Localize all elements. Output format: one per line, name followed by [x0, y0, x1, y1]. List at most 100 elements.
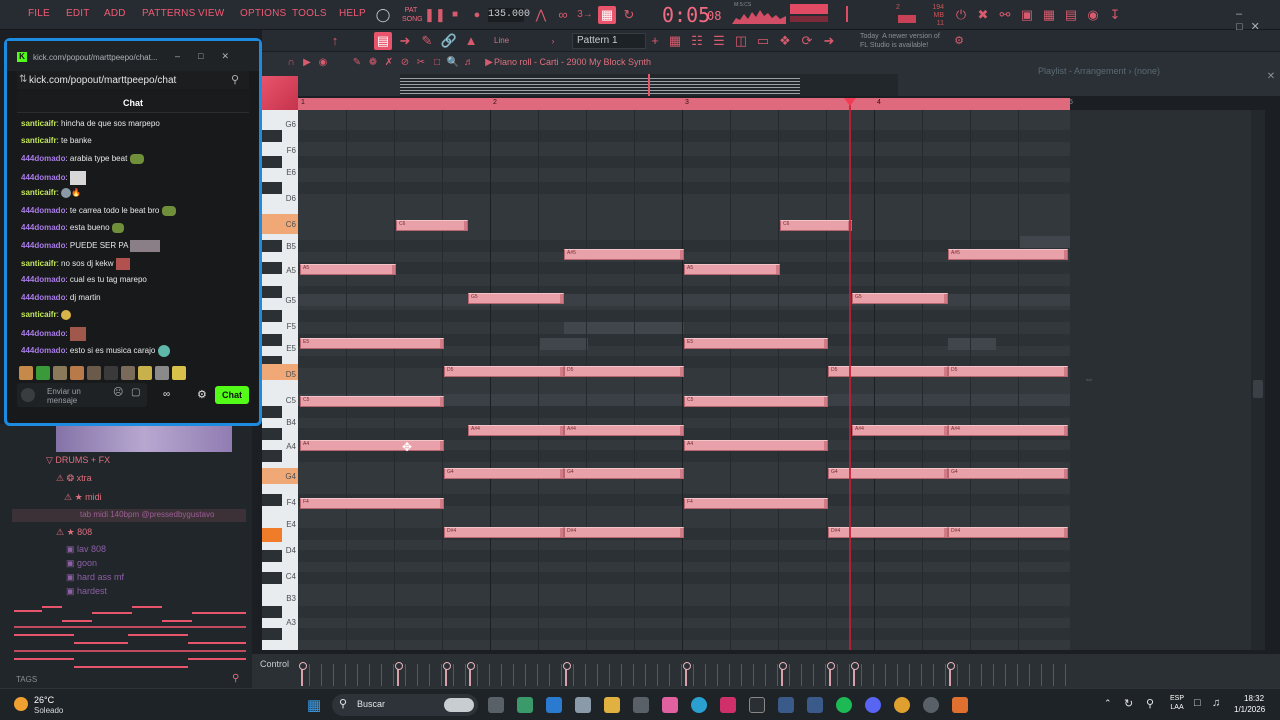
- edge-icon[interactable]: [691, 697, 707, 713]
- emote-picker-item[interactable]: [53, 366, 67, 380]
- power-icon[interactable]: ⏻: [952, 6, 970, 24]
- song-time-display[interactable]: 0:05: [662, 3, 710, 27]
- browser-file-hardest[interactable]: ▣ hardest: [66, 586, 107, 597]
- emote-picker-item[interactable]: [104, 366, 118, 380]
- midi-note[interactable]: G4: [948, 468, 1068, 479]
- timeline-ruler[interactable]: 1 2 3 4 5: [298, 98, 1073, 110]
- midi-note[interactable]: A5: [300, 264, 396, 275]
- app-icon[interactable]: [720, 697, 736, 713]
- midi-note[interactable]: G4: [564, 468, 684, 479]
- pat-song-toggle[interactable]: PAT SONG: [402, 6, 423, 24]
- stop-icon[interactable]: ■: [446, 6, 464, 24]
- piano-keyboard[interactable]: G6 F6 E6 D6 C6 B5 A5 G5 F5 E5 D5 C5 B4 A…: [262, 110, 298, 650]
- tray-chevron-icon[interactable]: ⌃: [1104, 698, 1112, 709]
- midi-note[interactable]: D#4: [564, 527, 684, 538]
- browser-folder-drums[interactable]: ▽ DRUMS + FX: [46, 455, 110, 466]
- record-icon[interactable]: ●: [468, 6, 486, 24]
- windows-start-icon[interactable]: ▦: [307, 696, 321, 714]
- master-slider[interactable]: [846, 6, 848, 22]
- zoom-icon[interactable]: ⚲: [231, 73, 239, 86]
- black-key[interactable]: [262, 450, 282, 462]
- link-icon[interactable]: 🔗: [440, 32, 458, 50]
- playlist-arrangement-tab[interactable]: Playlist - Arrangement › (none): [1038, 66, 1160, 76]
- volume-icon[interactable]: ♫: [1212, 697, 1220, 709]
- snap-selector[interactable]: Line: [494, 33, 534, 49]
- search-icon[interactable]: ⚲: [232, 673, 239, 684]
- playlist-icon[interactable]: ▤: [374, 32, 392, 50]
- display-icon[interactable]: □: [1194, 697, 1201, 709]
- menu-options[interactable]: OPTIONS: [240, 8, 286, 19]
- midi-note[interactable]: C6: [780, 220, 852, 231]
- browser-file-lav808[interactable]: ▣ lav 808: [66, 544, 106, 555]
- epic-games-icon[interactable]: [749, 697, 765, 713]
- menu-edit[interactable]: EDIT: [66, 8, 90, 19]
- black-key[interactable]: [262, 182, 282, 194]
- control-lane[interactable]: Control: [252, 654, 1280, 688]
- emote-picker-item[interactable]: [138, 366, 152, 380]
- menu-tools[interactable]: TOOLS: [292, 8, 327, 19]
- midi-note[interactable]: A#5: [564, 249, 684, 260]
- midi-note[interactable]: D5: [948, 366, 1068, 377]
- emote-picker-item[interactable]: [155, 366, 169, 380]
- weather-description[interactable]: Soleado: [34, 706, 63, 715]
- chat-window-titlebar[interactable]: K kick.com/popout/marttpeepo/chat... –□✕: [7, 41, 259, 71]
- midi-note[interactable]: G4: [828, 468, 948, 479]
- black-key[interactable]: [262, 550, 282, 562]
- midi-note[interactable]: G5: [468, 293, 564, 304]
- highlighted-key-d-sharp-4[interactable]: [262, 528, 282, 542]
- discord-icon[interactable]: [865, 697, 881, 713]
- pattern-selector[interactable]: Pattern 1: [572, 33, 646, 49]
- midi-note[interactable]: E5: [684, 338, 828, 349]
- emote-picker-item[interactable]: [172, 366, 186, 380]
- black-key[interactable]: [262, 286, 282, 298]
- language-indicator[interactable]: ESP LAA: [1170, 694, 1184, 712]
- task-view-icon[interactable]: [488, 697, 504, 713]
- mic-icon[interactable]: ⚯: [996, 6, 1014, 24]
- emote-picker-item[interactable]: [70, 366, 84, 380]
- weather-sun-icon[interactable]: [14, 697, 28, 711]
- black-key[interactable]: [262, 334, 282, 346]
- settings-icon[interactable]: ⚙: [197, 388, 207, 401]
- hint-icon[interactable]: ⟳: [798, 32, 816, 50]
- close-icon[interactable]: ✕: [1262, 68, 1280, 86]
- record-small-icon[interactable]: ◉: [314, 54, 332, 72]
- chat-username[interactable]: santicaifr: [21, 136, 57, 145]
- piano-roll-grid[interactable]: A5 C6 G5 A#5 A5 C6 G5 A#5 E5 D5 D5 E5 D5…: [298, 110, 1070, 650]
- channel-rack-icon-2[interactable]: ☷: [688, 32, 706, 50]
- emote-picker-item[interactable]: [121, 366, 135, 380]
- chat-username[interactable]: 444domado: [21, 293, 65, 302]
- chevron-right-icon[interactable]: ›: [544, 32, 562, 50]
- midi-note[interactable]: G5: [852, 293, 948, 304]
- browser-folder-xtra[interactable]: ⚠ ❂ xtra: [56, 473, 92, 484]
- chat-username[interactable]: 444domado: [21, 241, 65, 250]
- chat-username[interactable]: santicaifr: [21, 310, 57, 319]
- menu-help[interactable]: HELP: [339, 8, 366, 19]
- right-arrow-icon[interactable]: ➜: [396, 32, 414, 50]
- menu-add[interactable]: ADD: [104, 8, 126, 19]
- outlook-icon[interactable]: [546, 697, 562, 713]
- add-pattern-icon[interactable]: +: [646, 32, 664, 50]
- pencil-icon[interactable]: ✎: [418, 32, 436, 50]
- menu-patterns[interactable]: PATTERNS: [142, 8, 195, 19]
- file-explorer-icon[interactable]: [604, 697, 620, 713]
- chat-username[interactable]: 444domado: [21, 206, 65, 215]
- midi-note[interactable]: G4: [444, 468, 564, 479]
- countdown-icon[interactable]: 3→: [576, 6, 594, 24]
- piano-roll-icon[interactable]: ▦: [666, 32, 684, 50]
- mic-icon-2[interactable]: ❖: [776, 32, 794, 50]
- emote-picker-item[interactable]: [19, 366, 33, 380]
- store-icon[interactable]: [633, 697, 649, 713]
- chat-username[interactable]: 444domado: [21, 275, 65, 284]
- black-key[interactable]: [262, 156, 282, 168]
- midi-note[interactable]: A4: [300, 440, 444, 451]
- browser-file-midi[interactable]: tab midi 140bpm @pressedbygustavo: [80, 510, 214, 519]
- chat-username[interactable]: 444domado: [21, 346, 65, 355]
- points-icon[interactable]: ∞: [163, 389, 170, 400]
- playhead[interactable]: [849, 98, 851, 650]
- metronome-icon[interactable]: ⋀: [532, 6, 550, 24]
- taskbar-search[interactable]: ⚲: [332, 694, 478, 716]
- black-key[interactable]: [262, 262, 282, 274]
- steam-icon[interactable]: [575, 697, 591, 713]
- black-key[interactable]: [262, 628, 282, 640]
- midi-note[interactable]: D5: [564, 366, 684, 377]
